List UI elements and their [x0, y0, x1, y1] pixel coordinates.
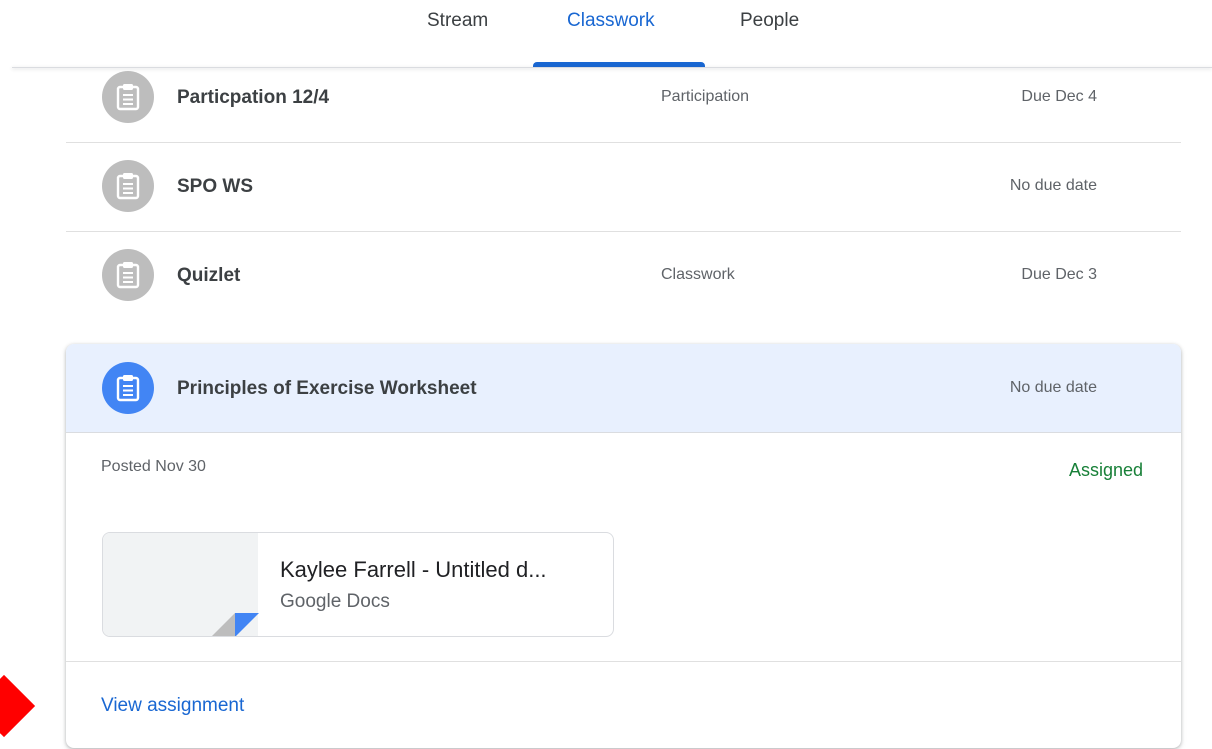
tab-people[interactable]: People [740, 8, 799, 38]
assignment-due-date: Due Dec 3 [1021, 266, 1097, 283]
assignment-topic: Classwork [661, 266, 735, 283]
assignment-topic: Participation [661, 88, 750, 105]
status-badge: Assigned [1068, 460, 1143, 480]
expanded-assignment-due-date: No due date [1009, 379, 1097, 396]
attachment-thumbnail [103, 533, 259, 636]
assignment-row-spo-ws[interactable]: SPO WS No due date [66, 142, 1181, 232]
assignment-due-date: Due Dec 4 [1021, 88, 1097, 105]
tab-stream[interactable]: Stream [427, 8, 488, 38]
tab-classwork[interactable]: Classwork [567, 8, 655, 38]
assignment-title: SPO WS [177, 176, 254, 197]
attachment-type: Google Docs [280, 591, 390, 612]
red-diamond-marker [0, 674, 36, 738]
assignment-icon [102, 249, 154, 301]
card-divider [66, 661, 1181, 662]
assignment-title: Quizlet [177, 265, 241, 286]
assignment-row-quizlet[interactable]: Quizlet Classwork Due Dec 3 [66, 231, 1181, 320]
expanded-assignment-header[interactable]: Principles of Exercise Worksheet No due … [66, 344, 1181, 433]
assignment-due-date: No due date [1009, 177, 1097, 194]
assignment-title: Particpation 12/4 [177, 87, 330, 108]
assignment-row-particpation[interactable]: Particpation 12/4 Participation Due Dec … [66, 53, 1181, 143]
assignment-icon [102, 362, 154, 414]
expanded-assignment-card: Principles of Exercise Worksheet No due … [66, 344, 1181, 748]
expanded-assignment-title: Principles of Exercise Worksheet [177, 378, 477, 399]
assignment-icon [102, 71, 154, 123]
posted-date: Posted Nov 30 [101, 458, 206, 475]
view-assignment-link[interactable]: View assignment [101, 695, 244, 717]
attachment-card[interactable]: Kaylee Farrell - Untitled d... Google Do… [102, 532, 614, 637]
attachment-title: Kaylee Farrell - Untitled d... [280, 557, 547, 582]
doc-corner-icon [212, 613, 259, 636]
assignment-icon [102, 160, 154, 212]
